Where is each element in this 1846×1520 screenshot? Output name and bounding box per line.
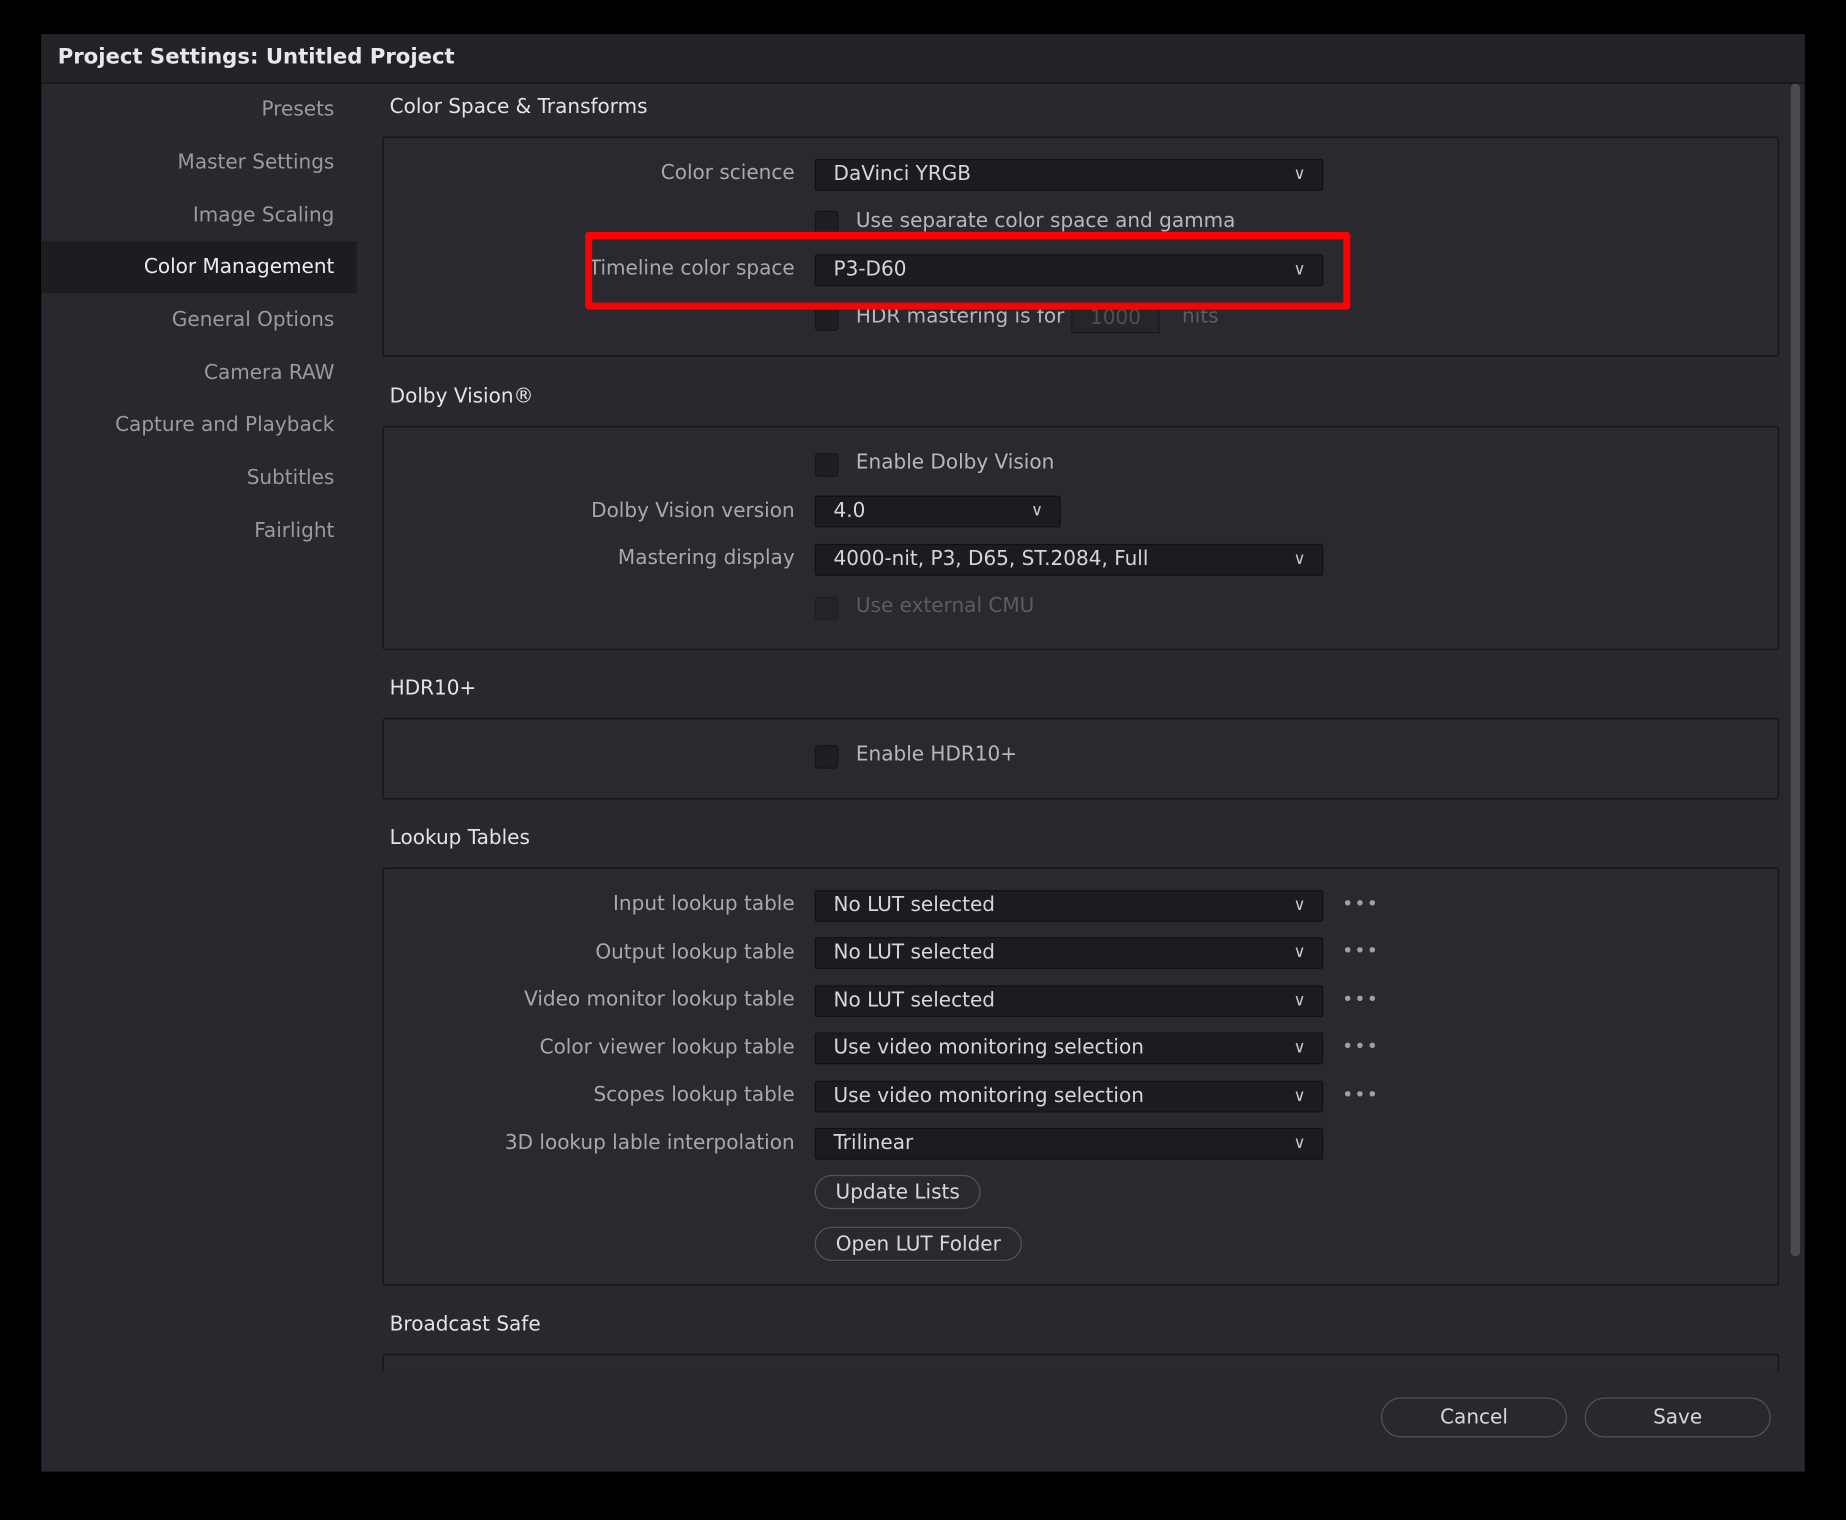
save-button[interactable]: Save [1585,1397,1771,1437]
external-cmu-label: Use external CMU [856,595,1034,619]
dialog-title: Project Settings: Untitled Project [58,45,455,70]
open-lut-folder-button[interactable]: Open LUT Folder [815,1227,1022,1261]
hdr10-panel: Enable HDR10+ [383,718,1779,799]
color-science-label: Color science [661,161,795,185]
enable-hdr10-label: Enable HDR10+ [856,743,1017,767]
title-bar: Project Settings: Untitled Project [41,34,1805,83]
separate-color-space-checkbox[interactable] [815,211,839,235]
dolby-version-label: Dolby Vision version [591,499,795,523]
input-lut-more-button[interactable]: ••• [1342,892,1379,914]
section-title-lookup-tables: Lookup Tables [390,826,530,850]
lut-interpolation-dropdown[interactable]: Trilinear ∨ [815,1128,1324,1160]
chevron-down-icon: ∨ [1294,545,1306,574]
input-lut-label: Input lookup table [613,892,795,916]
dolby-version-dropdown[interactable]: 4.0 ∨ [815,496,1061,528]
sidebar-item-color-management[interactable]: Color Management [41,241,357,293]
enable-dolby-vision-checkbox[interactable] [815,453,839,477]
dropdown-value: Use video monitoring selection [834,1084,1144,1108]
sidebar-item-capture-playback[interactable]: Capture and Playback [41,399,357,451]
sidebar-item-presets[interactable]: Presets [41,84,357,136]
lookup-tables-panel: Input lookup table No LUT selected∨ ••• … [383,868,1779,1286]
input-lut-dropdown[interactable]: No LUT selected ∨ [815,890,1324,922]
dropdown-value: DaVinci YRGB [834,162,971,186]
update-lists-button[interactable]: Update Lists [815,1175,981,1209]
sidebar-item-general-options[interactable]: General Options [41,294,357,346]
chevron-down-icon: ∨ [1031,497,1043,526]
cancel-button[interactable]: Cancel [1381,1397,1567,1437]
separate-color-space-label: Use separate color space and gamma [856,210,1235,234]
external-cmu-checkbox[interactable] [815,597,839,621]
scopes-lut-more-button[interactable]: ••• [1342,1083,1379,1105]
chevron-down-icon: ∨ [1294,160,1306,189]
chevron-down-icon: ∨ [1294,1082,1306,1111]
chevron-down-icon: ∨ [1294,1129,1306,1158]
color-viewer-lut-label: Color viewer lookup table [540,1036,795,1060]
highlight-annotation-box [585,232,1350,310]
sidebar-item-master-settings[interactable]: Master Settings [41,137,357,189]
chevron-down-icon: ∨ [1294,891,1306,920]
dropdown-value: No LUT selected [834,989,995,1013]
output-lut-dropdown[interactable]: No LUT selected ∨ [815,937,1324,969]
dolby-vision-panel: Enable Dolby Vision Dolby Vision version… [383,426,1779,650]
chevron-down-icon: ∨ [1294,987,1306,1016]
scrollbar[interactable] [1788,84,1802,1261]
sidebar-item-fairlight[interactable]: Fairlight [41,505,357,557]
dropdown-value: No LUT selected [834,941,995,965]
dropdown-value: Trilinear [834,1131,914,1155]
broadcast-safe-panel [383,1354,1779,1372]
dropdown-value: 4.0 [834,499,866,523]
sidebar-item-image-scaling[interactable]: Image Scaling [41,190,357,242]
color-viewer-lut-more-button[interactable]: ••• [1342,1035,1379,1057]
hdr-mastering-checkbox[interactable] [815,307,839,331]
scrollbar-thumb[interactable] [1791,84,1800,1257]
video-monitor-lut-dropdown[interactable]: No LUT selected ∨ [815,985,1324,1017]
color-viewer-lut-dropdown[interactable]: Use video monitoring selection ∨ [815,1032,1324,1064]
lut-interpolation-label: 3D lookup lable interpolation [505,1131,795,1155]
scopes-lut-label: Scopes lookup table [593,1083,794,1107]
enable-hdr10-checkbox[interactable] [815,745,839,769]
sidebar-item-camera-raw[interactable]: Camera RAW [41,347,357,399]
scopes-lut-dropdown[interactable]: Use video monitoring selection ∨ [815,1081,1324,1113]
section-title-hdr10: HDR10+ [390,677,477,701]
sidebar-item-subtitles[interactable]: Subtitles [41,452,357,504]
video-monitor-lut-more-button[interactable]: ••• [1342,988,1379,1010]
section-title-broadcast-safe: Broadcast Safe [390,1313,541,1337]
chevron-down-icon: ∨ [1294,938,1306,967]
section-title-color-space: Color Space & Transforms [390,95,648,119]
output-lut-more-button[interactable]: ••• [1342,939,1379,961]
section-title-dolby-vision: Dolby Vision® [390,385,534,409]
dropdown-value: Use video monitoring selection [834,1036,1144,1060]
dropdown-value: No LUT selected [834,894,995,918]
mastering-display-label: Mastering display [618,546,795,570]
color-science-dropdown[interactable]: DaVinci YRGB ∨ [815,159,1324,191]
output-lut-label: Output lookup table [595,941,794,965]
video-monitor-lut-label: Video monitor lookup table [524,988,795,1012]
chevron-down-icon: ∨ [1294,1034,1306,1063]
enable-dolby-vision-label: Enable Dolby Vision [856,451,1054,475]
mastering-display-dropdown[interactable]: 4000-nit, P3, D65, ST.2084, Full ∨ [815,544,1324,576]
dropdown-value: 4000-nit, P3, D65, ST.2084, Full [834,547,1149,571]
